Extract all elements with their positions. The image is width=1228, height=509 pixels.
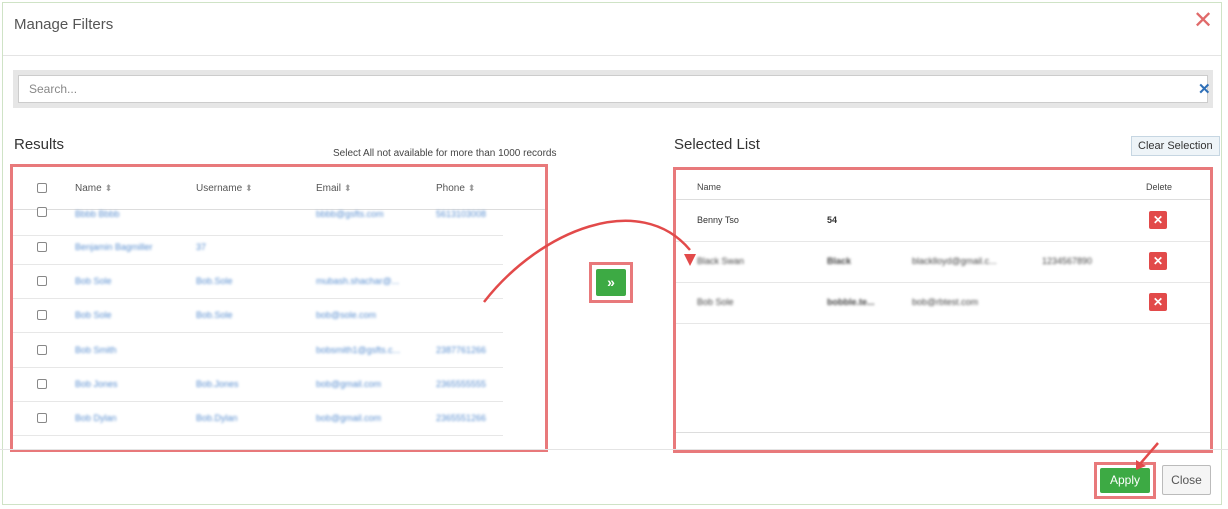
selected-row: Bob Sole bobble.te... bob@rbtest.com ✕ bbox=[676, 283, 1210, 324]
table-row[interactable]: Bob Smith bobsmith1@gsfts.c... 238776126… bbox=[13, 333, 503, 368]
selected-column-name: Name bbox=[697, 182, 722, 192]
selected-cell-name: Benny Tso bbox=[697, 215, 739, 225]
selected-cell-name: Black Swan bbox=[697, 256, 745, 266]
selected-header-divider bbox=[676, 199, 1210, 200]
header-divider bbox=[3, 55, 1221, 56]
cell-name: Bob Jones bbox=[75, 379, 118, 389]
column-header-name[interactable]: Name ⬍ bbox=[75, 183, 112, 194]
select-all-checkbox[interactable] bbox=[37, 183, 47, 193]
cell-username: 37 bbox=[196, 242, 207, 252]
selected-cell-name: Bob Sole bbox=[697, 297, 734, 307]
move-to-selected-button[interactable]: » bbox=[596, 269, 626, 296]
table-row[interactable]: Benjamin Bagmiller 37 bbox=[13, 230, 503, 265]
selected-column-delete: Delete bbox=[1146, 182, 1173, 192]
selected-list-table: Name Delete Benny Tso 54 ✕ Black Swan Bl… bbox=[673, 167, 1213, 453]
selected-footer-divider bbox=[676, 432, 1210, 433]
delete-row-button[interactable]: ✕ bbox=[1149, 293, 1167, 311]
selected-row: Benny Tso 54 ✕ bbox=[676, 201, 1210, 242]
search-clear-icon[interactable]: ✕ bbox=[1198, 80, 1211, 98]
selected-cell-value: Black bbox=[827, 256, 852, 266]
row-checkbox[interactable] bbox=[37, 379, 47, 389]
row-checkbox[interactable] bbox=[37, 413, 47, 423]
cell-phone: 2365555555 bbox=[436, 379, 487, 389]
cell-email: bob@gmail.com bbox=[316, 379, 382, 389]
selected-cell-value: 54 bbox=[827, 215, 838, 225]
sort-icon: ⬍ bbox=[344, 183, 352, 193]
search-input[interactable] bbox=[18, 75, 1208, 103]
modal-title: Manage Filters bbox=[14, 16, 114, 33]
modal-close-icon[interactable]: ✕ bbox=[1193, 9, 1213, 33]
table-row[interactable]: Bob Jones Bob.Jones bob@gmail.com 236555… bbox=[13, 367, 503, 402]
search-bar: ✕ bbox=[13, 70, 1213, 108]
table-row[interactable]: Bob Sole Bob.Sole bob@sole.com bbox=[13, 298, 503, 333]
cell-email: bobsmith1@gsfts.c... bbox=[316, 345, 401, 355]
column-header-email[interactable]: Email ⬍ bbox=[316, 183, 352, 194]
selected-row: Black Swan Black blacklloyd@gmail.c... 1… bbox=[676, 242, 1210, 283]
cell-email: bbbb@gsfts.com bbox=[316, 209, 384, 219]
selected-cell-email: bob@rbtest.com bbox=[912, 297, 979, 307]
delete-row-button[interactable]: ✕ bbox=[1149, 211, 1167, 229]
cell-phone: 5613103008 bbox=[436, 209, 487, 219]
apply-button[interactable]: Apply bbox=[1100, 468, 1150, 493]
apply-button-highlight: Apply bbox=[1094, 462, 1156, 499]
row-checkbox[interactable] bbox=[37, 242, 47, 252]
cell-phone: 2387761266 bbox=[436, 345, 487, 355]
cell-username: Bob.Jones bbox=[196, 379, 239, 389]
table-row[interactable]: Bob Dylan Bob.Dylan bob@gmail.com 236555… bbox=[13, 401, 503, 436]
row-checkbox[interactable] bbox=[37, 276, 47, 286]
row-checkbox[interactable] bbox=[37, 345, 47, 355]
sort-icon: ⬍ bbox=[467, 183, 476, 193]
cell-name: Bob Smith bbox=[75, 345, 117, 355]
cell-username: Bob.Sole bbox=[196, 276, 233, 286]
selected-cell-email: blacklloyd@gmail.c... bbox=[912, 256, 997, 266]
selected-list-title: Selected List bbox=[674, 136, 760, 153]
cell-name: Bbbb Bbbb bbox=[75, 209, 120, 219]
footer-divider bbox=[0, 449, 1228, 450]
cell-phone: 2365551266 bbox=[436, 413, 487, 423]
column-header-username[interactable]: Username ⬍ bbox=[196, 183, 253, 194]
results-table: Name ⬍ Username ⬍ Email ⬍ Phone ⬍ Bbbb Bbbb … bbox=[10, 164, 548, 452]
cell-email: bob@gmail.com bbox=[316, 413, 382, 423]
cell-name: Bob Sole bbox=[75, 276, 112, 286]
cell-name: Bob Sole bbox=[75, 310, 112, 320]
row-checkbox[interactable] bbox=[37, 310, 47, 320]
cell-email: bob@sole.com bbox=[316, 310, 377, 320]
cell-email: mubash.shachar@... bbox=[316, 276, 400, 286]
close-button[interactable]: Close bbox=[1162, 465, 1211, 495]
clear-selection-button[interactable]: Clear Selection bbox=[1131, 136, 1220, 156]
select-all-note: Select All not available for more than 1… bbox=[333, 148, 557, 159]
sort-icon: ⬍ bbox=[104, 183, 113, 193]
column-header-phone[interactable]: Phone ⬍ bbox=[436, 183, 475, 194]
cell-name: Benjamin Bagmiller bbox=[75, 242, 153, 252]
delete-row-button[interactable]: ✕ bbox=[1149, 252, 1167, 270]
selected-cell-value: bobble.te... bbox=[827, 297, 875, 307]
selected-cell-phone: 1234567890 bbox=[1042, 256, 1093, 266]
cell-username: Bob.Sole bbox=[196, 310, 233, 320]
sort-icon: ⬍ bbox=[245, 183, 253, 193]
row-checkbox[interactable] bbox=[37, 207, 47, 217]
results-title: Results bbox=[14, 136, 65, 153]
cell-name: Bob Dylan bbox=[75, 413, 117, 423]
cell-username: Bob.Dylan bbox=[196, 413, 238, 423]
table-row[interactable]: Bob Sole Bob.Sole mubash.shachar@... bbox=[13, 264, 503, 299]
move-button-highlight: » bbox=[589, 262, 633, 303]
